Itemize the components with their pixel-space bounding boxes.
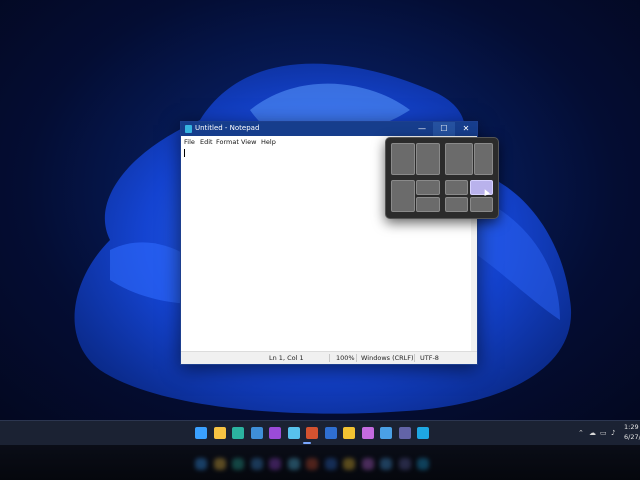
close-button[interactable]: ✕ (455, 122, 477, 136)
globe-reflection (380, 458, 392, 470)
file-explorer-reflection (213, 458, 226, 470)
status-divider (356, 354, 357, 362)
edge-icon[interactable] (232, 427, 244, 439)
msdn-reflection (324, 458, 337, 470)
app-icon[interactable] (361, 427, 374, 439)
chevron-up-icon[interactable]: ⌃ (578, 429, 584, 437)
notepad-reflection (287, 458, 300, 470)
clock-time[interactable]: 1:29 (624, 423, 639, 431)
minimize-button[interactable]: — (411, 122, 433, 136)
app-reflection (361, 458, 374, 470)
active-app-indicator (303, 442, 311, 444)
file-explorer-icon[interactable] (213, 427, 226, 439)
msdn-icon[interactable] (324, 427, 337, 439)
skype-icon[interactable] (417, 427, 429, 439)
menu-format[interactable]: Format (216, 138, 239, 146)
snap-zone-bottom-right[interactable] (416, 197, 440, 212)
powerpoint-icon[interactable] (306, 427, 318, 439)
taskbar: ⌃ ☁ ▭ ♪ 1:29 6/27/2 (0, 420, 640, 445)
snap-zone-top-right[interactable] (416, 180, 440, 195)
cloud-icon[interactable]: ☁ (589, 429, 596, 437)
status-bar: Ln 1, Col 1 100% Windows (CRLF) UTF-8 (181, 351, 477, 364)
start-icon[interactable] (195, 427, 207, 439)
menu-file[interactable]: File (184, 138, 195, 146)
clock-date[interactable]: 6/27/2 (624, 433, 640, 441)
title-bar[interactable]: Untitled - Notepad — ☐ ✕ (181, 122, 477, 136)
edge-reflection (232, 458, 244, 470)
teams-reflection (398, 458, 411, 470)
line-ending: Windows (CRLF) (361, 354, 414, 362)
encoding: UTF-8 (420, 354, 439, 362)
text-caret (184, 149, 185, 157)
status-divider (329, 354, 330, 362)
python-reflection (343, 458, 355, 470)
start-reflection (195, 458, 207, 470)
screen-reflection (0, 445, 640, 480)
snap-zone-quad-bottom-left[interactable] (445, 197, 468, 212)
notepad-icon[interactable] (287, 427, 300, 439)
visual-studio-code-reflection (250, 458, 263, 470)
snap-layouts-flyout (385, 137, 499, 219)
maximize-button[interactable]: ☐ (433, 122, 455, 136)
python-icon[interactable] (343, 427, 355, 439)
snap-zone-quad-bottom-right[interactable] (470, 197, 493, 212)
globe-icon[interactable] (380, 427, 392, 439)
network-icon[interactable]: ▭ (600, 429, 607, 437)
snap-zone-narrow-right[interactable] (474, 143, 493, 175)
snap-zone-main-left[interactable] (391, 180, 415, 212)
onenote-icon[interactable] (269, 427, 281, 439)
menu-edit[interactable]: Edit (200, 138, 213, 146)
visual-studio-code-icon[interactable] (250, 427, 263, 439)
powerpoint-reflection (306, 458, 318, 470)
snap-zone-half-right[interactable] (416, 143, 440, 175)
zoom-level: 100% (336, 354, 355, 362)
cursor-position: Ln 1, Col 1 (269, 354, 304, 362)
status-divider (414, 354, 415, 362)
snap-zone-wide-left[interactable] (445, 143, 473, 175)
menu-help[interactable]: Help (261, 138, 276, 146)
volume-icon[interactable]: ♪ (611, 429, 615, 437)
notepad-app-icon (185, 125, 192, 133)
menu-view[interactable]: View (241, 138, 256, 146)
window-title: Untitled - Notepad (195, 124, 260, 132)
teams-icon[interactable] (398, 427, 411, 439)
onenote-reflection (269, 458, 281, 470)
snap-zone-half-left[interactable] (391, 143, 415, 175)
snap-zone-quad-top-left[interactable] (445, 180, 468, 195)
skype-reflection (417, 458, 429, 470)
